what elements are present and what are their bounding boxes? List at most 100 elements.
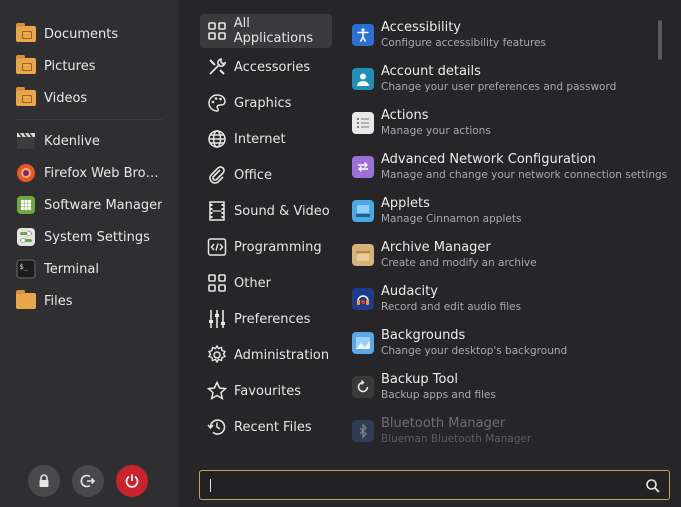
category-label: Programming — [234, 239, 322, 255]
category-administration[interactable]: Administration — [200, 338, 332, 372]
account-icon — [352, 68, 374, 90]
category-internet[interactable]: Internet — [200, 122, 332, 156]
category-label: Office — [234, 167, 272, 183]
app-name: Backgrounds — [381, 328, 466, 343]
gear-icon — [206, 344, 228, 366]
firefox-icon — [16, 163, 36, 183]
app-name: Advanced Network Configuration — [381, 152, 596, 167]
sidebar-item-kdenlive[interactable]: Kdenlive — [8, 127, 172, 155]
sidebar-item-firefox[interactable]: Firefox Web Bro… — [8, 159, 172, 187]
tools-icon — [206, 56, 228, 78]
search-input[interactable] — [199, 470, 670, 500]
kdenlive-icon — [16, 131, 36, 151]
sidebar-item-label: Kdenlive — [44, 133, 100, 149]
app-backup-tool[interactable]: Backup Tool Backup apps and files — [352, 371, 652, 411]
category-all-applications[interactable]: All Applications — [200, 14, 332, 48]
app-backgrounds[interactable]: Backgrounds Change your desktop's backgro… — [352, 327, 652, 367]
app-description: Create and modify an archive — [381, 257, 537, 269]
app-description: Change your desktop's background — [381, 345, 568, 357]
folder-documents-icon — [16, 23, 36, 44]
category-other[interactable]: Other — [200, 266, 332, 300]
audacity-icon — [352, 288, 374, 310]
category-recent-files[interactable]: Recent Files — [200, 410, 332, 444]
sidebar-item-label: System Settings — [44, 229, 150, 245]
star-icon — [206, 380, 228, 402]
lock-icon — [39, 474, 49, 487]
app-name: Actions — [381, 108, 429, 123]
app-description: Manage Cinnamon applets — [381, 213, 522, 225]
lock-screen-button[interactable] — [28, 465, 60, 497]
power-icon — [125, 474, 139, 488]
app-accessibility[interactable]: Accessibility Configure accessibility fea… — [352, 19, 652, 59]
sidebar-item-label: Firefox Web Bro… — [44, 165, 159, 181]
category-programming[interactable]: Programming — [200, 230, 332, 264]
category-accessories[interactable]: Accessories — [200, 50, 332, 84]
app-name: Applets — [381, 196, 430, 211]
app-applets[interactable]: Applets Manage Cinnamon applets — [352, 195, 652, 235]
sidebar: Documents Pictures Videos Kdenlive Firef… — [0, 0, 179, 507]
app-list-scrollbar[interactable] — [658, 20, 662, 60]
category-sound-video[interactable]: Sound & Video — [200, 194, 332, 228]
app-archive-manager[interactable]: Archive Manager Create and modify an arch… — [352, 239, 652, 279]
folder-pictures-icon — [16, 55, 36, 76]
app-name: Bluetooth Manager — [381, 416, 506, 431]
app-bluetooth-manager[interactable]: Bluetooth Manager Blueman Bluetooth Manag… — [352, 415, 652, 455]
app-audacity[interactable]: Audacity Record and edit audio files — [352, 283, 652, 323]
terminal-icon: $_ — [16, 259, 36, 279]
sidebar-item-label: Files — [44, 293, 73, 309]
sidebar-item-system-settings[interactable]: System Settings — [8, 223, 172, 251]
category-label: Accessories — [234, 59, 311, 75]
sidebar-item-software-manager[interactable]: Software Manager — [8, 191, 172, 219]
app-advanced-network-configuration[interactable]: Advanced Network Configuration Manage and… — [352, 151, 667, 191]
paperclip-icon — [206, 164, 228, 186]
code-icon — [206, 236, 228, 258]
category-label: Recent Files — [234, 419, 312, 435]
applets-icon — [352, 200, 374, 222]
category-label: Other — [234, 275, 271, 291]
category-label: Favourites — [234, 383, 301, 399]
app-name: Backup Tool — [381, 372, 459, 387]
category-label: Preferences — [234, 311, 311, 327]
category-office[interactable]: Office — [200, 158, 332, 192]
app-account-details[interactable]: Account details Change your user preferen… — [352, 63, 652, 103]
category-preferences[interactable]: Preferences — [200, 302, 332, 336]
app-description: Configure accessibility features — [381, 37, 546, 49]
category-label: Administration — [234, 347, 330, 363]
logout-button[interactable] — [72, 465, 104, 497]
app-name: Accessibility — [381, 20, 461, 35]
files-icon — [16, 290, 36, 311]
network-icon — [352, 156, 374, 178]
sidebar-item-label: Videos — [44, 90, 88, 106]
app-description: Record and edit audio files — [381, 301, 522, 313]
sidebar-item-terminal[interactable]: $_ Terminal — [8, 255, 172, 283]
app-description: Backup apps and files — [381, 389, 496, 401]
category-label: Graphics — [234, 95, 292, 111]
app-name: Account details — [381, 64, 481, 79]
archive-icon — [352, 244, 374, 266]
sidebar-item-documents[interactable]: Documents — [8, 20, 172, 48]
sidebar-item-files[interactable]: Files — [8, 287, 172, 315]
category-label: Internet — [234, 131, 286, 147]
history-icon — [206, 416, 228, 438]
backgrounds-icon — [352, 332, 374, 354]
bluetooth-icon — [352, 420, 374, 442]
logout-icon — [80, 474, 96, 488]
app-actions[interactable]: Actions Manage your actions — [352, 107, 652, 147]
search-icon[interactable] — [645, 478, 661, 494]
sidebar-item-videos[interactable]: Videos — [8, 84, 172, 112]
sliders-icon — [206, 308, 228, 330]
category-label: Sound & Video — [234, 203, 330, 219]
grid-icon — [206, 272, 228, 294]
app-description: Change your user preferences and passwor… — [381, 81, 617, 93]
app-description: Manage and change your network connectio… — [381, 169, 668, 181]
sidebar-item-label: Documents — [44, 26, 119, 42]
category-favourites[interactable]: Favourites — [200, 374, 332, 408]
grid-icon — [206, 20, 228, 42]
shutdown-button[interactable] — [116, 465, 148, 497]
sidebar-item-pictures[interactable]: Pictures — [8, 52, 172, 80]
app-name: Audacity — [381, 284, 438, 299]
category-graphics[interactable]: Graphics — [200, 86, 332, 120]
sidebar-item-label: Software Manager — [44, 197, 163, 213]
text-caret — [210, 479, 211, 492]
app-name: Archive Manager — [381, 240, 491, 255]
